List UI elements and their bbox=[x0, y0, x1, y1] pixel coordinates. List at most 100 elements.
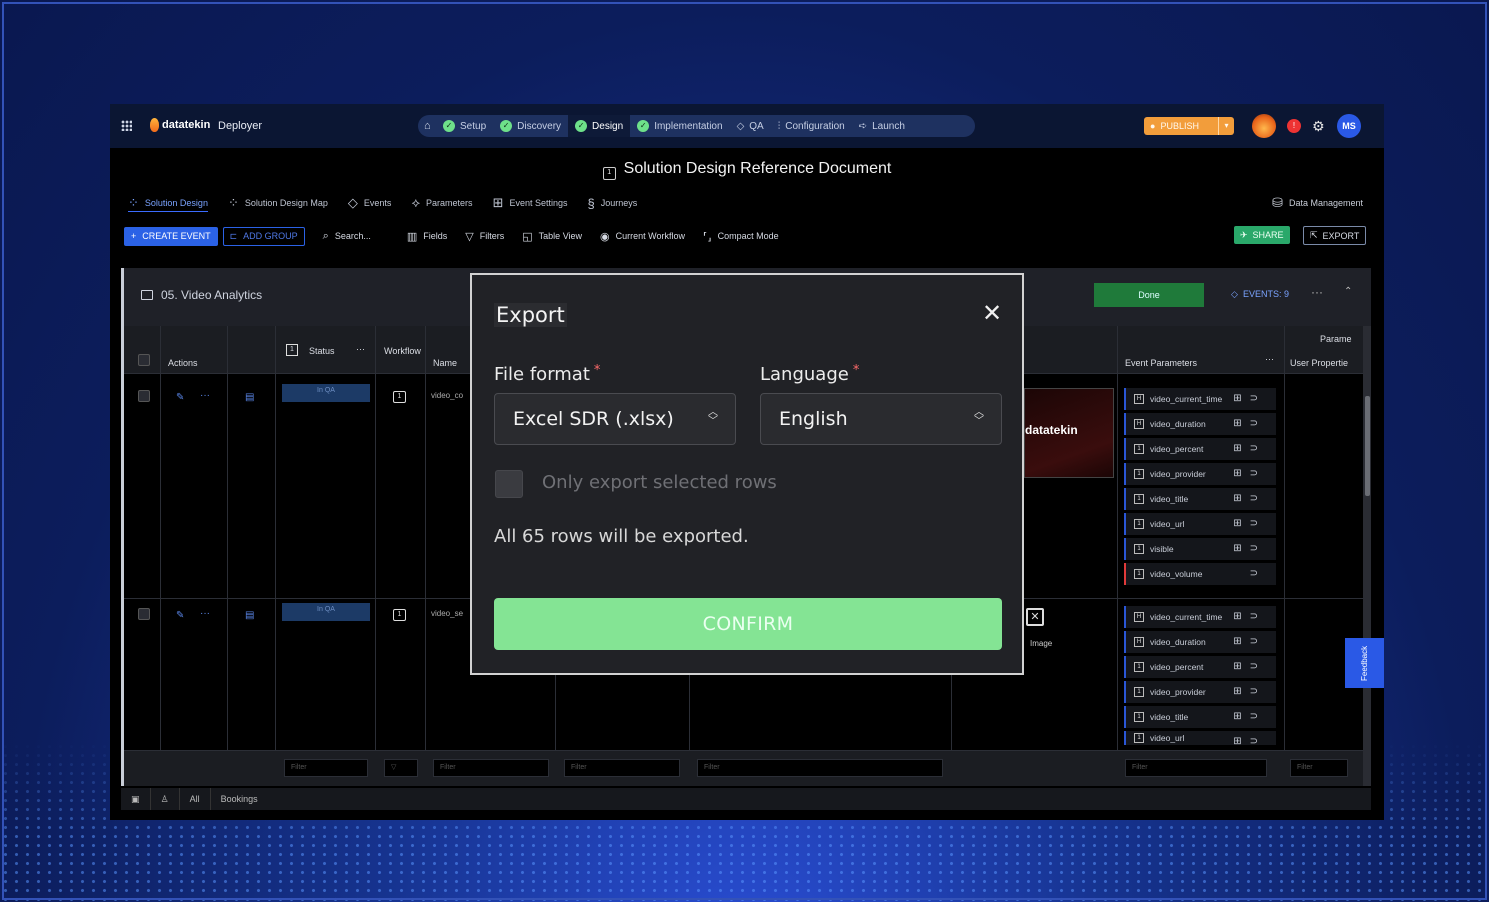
language-select[interactable]: English ︿ ﹀ bbox=[760, 393, 1002, 445]
current-workflow-button[interactable]: ◉ Current Workflow bbox=[600, 230, 685, 243]
parameter-chip[interactable]: 1 video_provider ⊞⊃ bbox=[1124, 681, 1276, 703]
export-button[interactable]: ⇱ EXPORT bbox=[1303, 226, 1367, 245]
parameter-actions-icon[interactable]: ⊞⊃ bbox=[1233, 736, 1266, 745]
parameter-chip[interactable]: 1 video_title ⊞⊃ bbox=[1124, 706, 1276, 728]
step-launch[interactable]: ➪ Launch bbox=[852, 115, 912, 137]
step-discovery[interactable]: ✓ Discovery bbox=[493, 115, 568, 137]
user-icon[interactable]: ♙ bbox=[151, 788, 180, 810]
workspace-avatar[interactable] bbox=[1252, 114, 1276, 138]
step-implementation[interactable]: ✓ Implementation bbox=[630, 115, 729, 137]
apps-grid-icon[interactable] bbox=[121, 120, 132, 131]
step-configuration[interactable]: ⫶ Configuration bbox=[771, 115, 852, 137]
publish-button[interactable]: ● PUBLISH ▾ bbox=[1144, 117, 1234, 135]
data-management-link[interactable]: ⛁ Data Management bbox=[1272, 195, 1363, 211]
more-icon[interactable]: ··· bbox=[200, 390, 210, 401]
parameter-actions-icon[interactable]: ⊞⊃ bbox=[1233, 393, 1266, 404]
user-properties-filter[interactable]: Filter bbox=[1290, 759, 1348, 777]
column-name[interactable]: Name bbox=[433, 358, 457, 368]
only-selected-label[interactable]: Only export selected rows bbox=[542, 472, 777, 493]
parameter-actions-icon[interactable]: ⊃ bbox=[1250, 568, 1266, 579]
parameter-actions-icon[interactable]: ⊞⊃ bbox=[1233, 468, 1266, 479]
event-name[interactable]: video_se bbox=[431, 609, 463, 618]
parameter-actions-icon[interactable]: ⊞⊃ bbox=[1233, 686, 1266, 697]
parameter-actions-icon[interactable]: ⊞⊃ bbox=[1233, 661, 1266, 672]
tab-journeys[interactable]: § Journeys bbox=[588, 194, 638, 212]
home-icon[interactable]: ⌂ bbox=[424, 120, 436, 132]
comment-icon[interactable]: ▤ bbox=[245, 610, 254, 621]
parameter-chip[interactable]: Hvideo_duration ⊞⊃ bbox=[1124, 631, 1276, 653]
parameter-chip[interactable]: Hvideo_current_time ⊞⊃ bbox=[1124, 388, 1276, 410]
chevron-up-icon[interactable]: ⌃ bbox=[1344, 286, 1352, 297]
parameter-actions-icon[interactable]: ⊞⊃ bbox=[1233, 443, 1266, 454]
step-setup[interactable]: ✓ Setup bbox=[436, 115, 493, 137]
step-design[interactable]: ✓ Design bbox=[568, 115, 631, 137]
parameter-actions-icon[interactable]: ⊞⊃ bbox=[1233, 518, 1266, 529]
table-view-button[interactable]: ◱ Table View bbox=[522, 230, 582, 243]
parameter-actions-icon[interactable]: ⊞⊃ bbox=[1233, 636, 1266, 647]
fields-button[interactable]: ▥ Fields bbox=[407, 230, 447, 243]
event-name[interactable]: video_co bbox=[431, 391, 463, 400]
parameter-chip[interactable]: 1 video_percent ⊞⊃ bbox=[1124, 438, 1276, 460]
parameter-chip[interactable]: 1 visible ⊞⊃ bbox=[1124, 538, 1276, 560]
workflow-filter[interactable]: ▽ bbox=[384, 759, 418, 777]
notification-icon[interactable]: ! bbox=[1287, 119, 1301, 133]
group-title[interactable]: 05. Video Analytics bbox=[141, 288, 262, 302]
share-button[interactable]: ✈ SHARE bbox=[1234, 226, 1290, 244]
done-button[interactable]: Done bbox=[1094, 283, 1204, 307]
status-badge[interactable]: In QA bbox=[282, 384, 370, 402]
column-filter[interactable]: Filter bbox=[564, 759, 680, 777]
tab-event-settings[interactable]: ⊞ Event Settings bbox=[493, 194, 568, 212]
parameter-chip[interactable]: 1 video_title ⊞⊃ bbox=[1124, 488, 1276, 510]
name-filter[interactable]: Filter bbox=[433, 759, 549, 777]
more-icon[interactable]: ··· bbox=[1311, 285, 1323, 299]
sheet-tab-bookings[interactable]: Bookings bbox=[211, 788, 268, 810]
column-status[interactable]: Status bbox=[309, 346, 335, 356]
create-event-button[interactable]: + CREATE EVENT bbox=[124, 226, 218, 246]
event-parameters-filter[interactable]: Filter bbox=[1125, 759, 1267, 777]
search-button[interactable]: ⌕ Search... bbox=[323, 230, 371, 243]
parameter-chip[interactable]: Hvideo_current_time ⊞⊃ bbox=[1124, 606, 1276, 628]
close-icon[interactable]: ✕ bbox=[982, 301, 1002, 325]
filters-button[interactable]: ▽ Filters bbox=[465, 230, 504, 243]
parameter-chip[interactable]: 1 video_volume ⊃ bbox=[1124, 563, 1276, 585]
tab-parameters[interactable]: ⟡ Parameters bbox=[411, 194, 472, 212]
grid-view-icon[interactable]: ▣ bbox=[121, 788, 151, 810]
status-badge[interactable]: In QA bbox=[282, 603, 370, 621]
video-thumbnail[interactable]: datatekin bbox=[1024, 388, 1114, 478]
status-filter[interactable]: Filter bbox=[284, 759, 368, 777]
confirm-button[interactable]: CONFIRM bbox=[494, 598, 1002, 650]
file-format-select[interactable]: Excel SDR (.xlsx) ︿ ﹀ bbox=[494, 393, 736, 445]
parameter-actions-icon[interactable]: ⊞⊃ bbox=[1233, 418, 1266, 429]
column-filter[interactable]: Filter bbox=[697, 759, 943, 777]
more-icon[interactable]: ··· bbox=[1265, 354, 1274, 364]
workflow-icon[interactable]: 1 bbox=[393, 391, 406, 403]
add-group-button[interactable]: ⊏ ADD GROUP bbox=[222, 226, 305, 246]
parameter-chip[interactable]: 1 video_url ⊞⊃ bbox=[1124, 731, 1276, 745]
parameter-chip[interactable]: 1 video_provider ⊞⊃ bbox=[1124, 463, 1276, 485]
workflow-icon[interactable]: 1 bbox=[393, 609, 406, 621]
parameter-actions-icon[interactable]: ⊞⊃ bbox=[1233, 711, 1266, 722]
sheet-tab-all[interactable]: All bbox=[180, 788, 211, 810]
compact-mode-button[interactable]: ⸢⸥ Compact Mode bbox=[703, 230, 779, 243]
parameter-actions-icon[interactable]: ⊞⊃ bbox=[1233, 543, 1266, 554]
parameter-actions-icon[interactable]: ⊞⊃ bbox=[1233, 493, 1266, 504]
more-icon[interactable]: ··· bbox=[356, 344, 365, 354]
parameter-actions-icon[interactable]: ⊞⊃ bbox=[1233, 611, 1266, 622]
chevron-down-icon[interactable]: ▾ bbox=[1218, 117, 1234, 135]
feedback-tab[interactable]: Feedback bbox=[1345, 638, 1384, 688]
column-workflow[interactable]: Workflow bbox=[384, 346, 421, 356]
row-checkbox[interactable] bbox=[138, 608, 150, 620]
parameter-chip[interactable]: 1 video_percent ⊞⊃ bbox=[1124, 656, 1276, 678]
only-selected-checkbox[interactable] bbox=[495, 470, 523, 498]
parameter-chip[interactable]: 1 video_url ⊞⊃ bbox=[1124, 513, 1276, 535]
vertical-scrollbar[interactable] bbox=[1365, 396, 1370, 496]
gear-icon[interactable]: ⚙ bbox=[1312, 119, 1326, 133]
column-event-parameters[interactable]: Event Parameters bbox=[1125, 358, 1197, 368]
user-avatar[interactable]: MS bbox=[1337, 114, 1361, 138]
edit-icon[interactable]: ✎ bbox=[176, 392, 184, 403]
select-all-checkbox[interactable] bbox=[138, 354, 150, 366]
tab-events[interactable]: ◇ Events bbox=[348, 194, 392, 212]
column-user-properties[interactable]: User Propertie bbox=[1290, 358, 1348, 368]
edit-icon[interactable]: ✎ bbox=[176, 610, 184, 621]
step-qa[interactable]: ◇ QA bbox=[730, 115, 771, 137]
